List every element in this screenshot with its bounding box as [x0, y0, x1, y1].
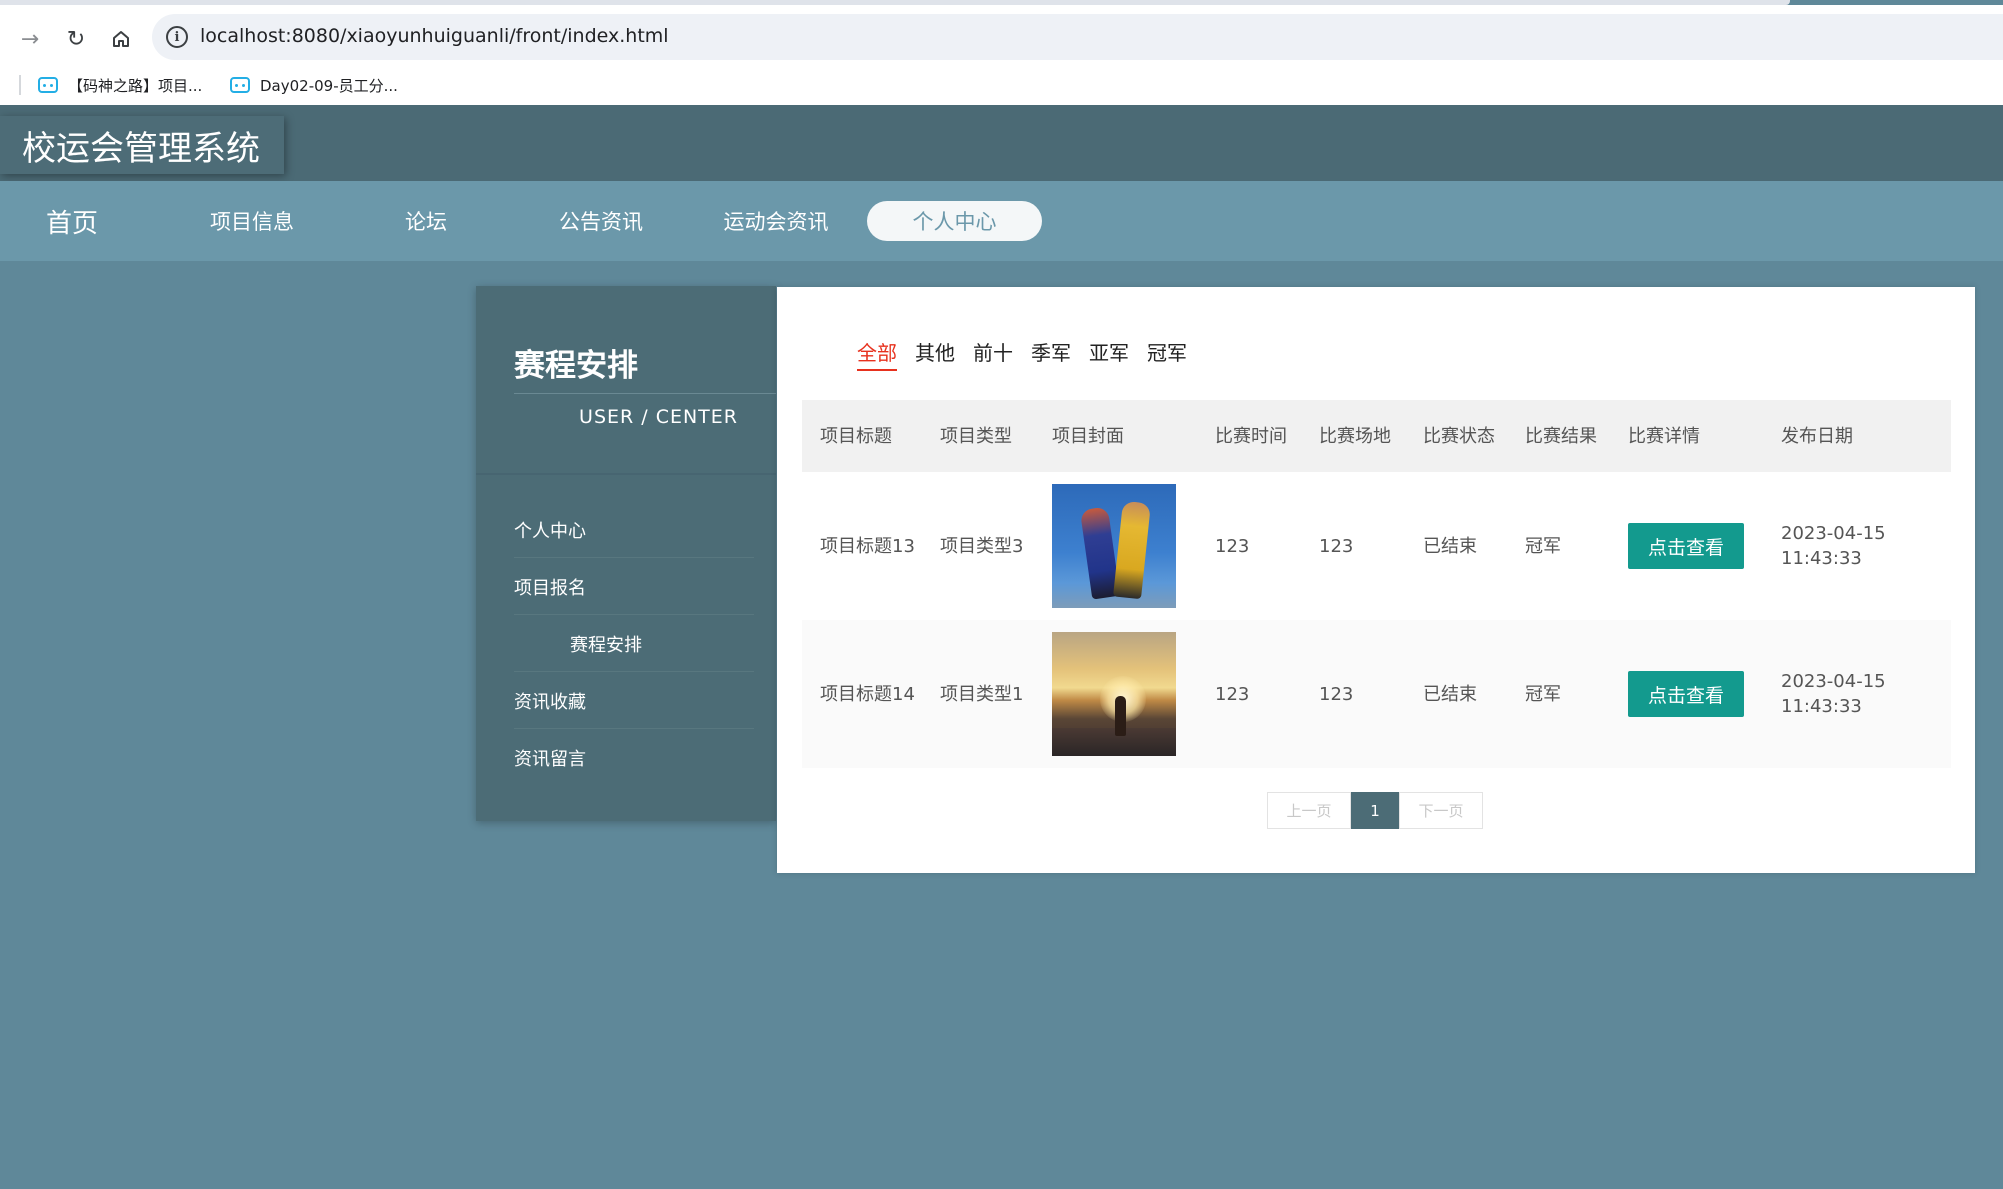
result-filter-tabs: 全部 其他 前十 季军 亚军 冠军 [857, 337, 1187, 371]
nav-item-announcements[interactable]: 公告资讯 [548, 201, 654, 241]
filter-tab-all[interactable]: 全部 [857, 337, 897, 371]
column-header-result: 比赛结果 [1507, 400, 1610, 472]
nav-item-home[interactable]: 首页 [40, 201, 104, 241]
date-text: 2023-04-15 [1781, 523, 1886, 544]
table-row: 项目标题13 项目类型3 123 123 已结束 冠军 点击查看 2023-04… [802, 472, 1951, 620]
cell-date: 2023-04-15 11:43:33 [1763, 620, 1951, 768]
address-bar[interactable]: i localhost:8080/xiaoyunhuiguanli/front/… [152, 14, 2003, 60]
table-header-row: 项目标题 项目类型 项目封面 比赛时间 比赛场地 比赛状态 比赛结果 比赛详情 … [802, 400, 1951, 472]
time-text: 11:43:33 [1781, 696, 1862, 717]
cell-date: 2023-04-15 11:43:33 [1763, 472, 1951, 620]
column-header-type: 项目类型 [922, 400, 1034, 472]
filter-tab-champion[interactable]: 冠军 [1147, 337, 1187, 371]
cell-venue: 123 [1301, 620, 1405, 768]
browser-toolbar: → ↻ i localhost:8080/xiaoyunhuiguanli/fr… [0, 5, 2003, 105]
nav-item-projects[interactable]: 项目信息 [200, 201, 304, 241]
sidebar-subtitle: USER / CENTER [579, 406, 738, 428]
sidebar-item-schedule[interactable]: 赛程安排 [514, 616, 754, 672]
back-arrow-icon[interactable]: → [14, 23, 46, 55]
time-text: 11:43:33 [1781, 548, 1862, 569]
sidebar: 赛程安排 USER / CENTER 个人中心 项目报名 赛程安排 资讯收藏 资… [476, 286, 776, 821]
filter-tab-other[interactable]: 其他 [915, 337, 955, 371]
home-icon-svg [113, 31, 129, 47]
prev-page-button[interactable]: 上一页 [1267, 792, 1351, 829]
cell-venue: 123 [1301, 472, 1405, 620]
filter-tab-top-ten[interactable]: 前十 [973, 337, 1013, 371]
bookmark-item[interactable]: 【码神之路】项目... [38, 73, 202, 97]
nav-item-sports-news[interactable]: 运动会资讯 [720, 201, 832, 241]
sidebar-item-registration[interactable]: 项目报名 [514, 559, 754, 615]
bookmark-item[interactable]: Day02-09-员工分... [230, 73, 398, 97]
cell-title: 项目标题14 [802, 620, 922, 768]
column-header-status: 比赛状态 [1405, 400, 1507, 472]
bookmark-label: Day02-09-员工分... [260, 76, 398, 95]
cell-cover [1034, 620, 1197, 768]
bilibili-icon [38, 77, 58, 93]
schedule-panel: 全部 其他 前十 季军 亚军 冠军 项目标题 项目类型 项目封面 比赛时间 比赛… [777, 287, 1975, 873]
column-header-details: 比赛详情 [1610, 400, 1763, 472]
cell-title: 项目标题13 [802, 472, 922, 620]
home-icon[interactable] [105, 23, 137, 55]
next-page-button[interactable]: 下一页 [1399, 792, 1483, 829]
cell-time: 123 [1197, 472, 1301, 620]
site-logo[interactable]: 校运会管理系统 [0, 116, 284, 174]
cell-result: 冠军 [1507, 620, 1610, 768]
filter-tab-second[interactable]: 亚军 [1089, 337, 1129, 371]
site-info-icon[interactable]: i [166, 26, 188, 48]
cell-type: 项目类型1 [922, 620, 1034, 768]
page-number-button[interactable]: 1 [1351, 792, 1399, 829]
nav-item-user-center[interactable]: 个人中心 [867, 201, 1042, 241]
cover-image-basketball[interactable] [1052, 484, 1176, 608]
url-text[interactable]: localhost:8080/xiaoyunhuiguanli/front/in… [200, 25, 669, 47]
bilibili-icon [230, 77, 250, 93]
sidebar-title-underline [514, 393, 776, 394]
site-header: 校运会管理系统 [0, 105, 2003, 181]
sidebar-item-favorites[interactable]: 资讯收藏 [514, 673, 754, 729]
bookmark-label: 【码神之路】项目... [68, 76, 203, 95]
cell-status: 已结束 [1405, 620, 1507, 768]
cell-time: 123 [1197, 620, 1301, 768]
pagination: 上一页 1 下一页 [1267, 792, 1483, 829]
column-header-title: 项目标题 [802, 400, 922, 472]
road-surface [1052, 728, 1176, 756]
reload-icon[interactable]: ↻ [60, 23, 92, 55]
schedule-table: 项目标题 项目类型 项目封面 比赛时间 比赛场地 比赛状态 比赛结果 比赛详情 … [802, 400, 1951, 768]
cell-status: 已结束 [1405, 472, 1507, 620]
filter-tab-third[interactable]: 季军 [1031, 337, 1071, 371]
cell-action: 点击查看 [1610, 472, 1763, 620]
main-nav: 首页 项目信息 论坛 公告资讯 运动会资讯 个人中心 [0, 181, 2003, 261]
column-header-time: 比赛时间 [1197, 400, 1301, 472]
view-details-button[interactable]: 点击查看 [1628, 523, 1744, 569]
cell-action: 点击查看 [1610, 620, 1763, 768]
column-header-cover: 项目封面 [1034, 400, 1197, 472]
cell-type: 项目类型3 [922, 472, 1034, 620]
runner-figure [1115, 696, 1126, 736]
sidebar-title: 赛程安排 [514, 348, 638, 384]
date-text: 2023-04-15 [1781, 671, 1886, 692]
cover-image-runner[interactable] [1052, 632, 1176, 756]
table-row: 项目标题14 项目类型1 123 123 已结束 冠军 点击查看 2023-04… [802, 620, 1951, 768]
sidebar-item-comments[interactable]: 资讯留言 [514, 730, 754, 786]
sidebar-item-user-center[interactable]: 个人中心 [514, 502, 754, 558]
view-details-button[interactable]: 点击查看 [1628, 671, 1744, 717]
cell-cover [1034, 472, 1197, 620]
nav-item-forum[interactable]: 论坛 [390, 201, 462, 241]
cell-result: 冠军 [1507, 472, 1610, 620]
column-header-date: 发布日期 [1763, 400, 1951, 472]
player-figure [1113, 500, 1151, 600]
bookmark-divider [19, 75, 21, 95]
column-header-venue: 比赛场地 [1301, 400, 1405, 472]
sidebar-divider [476, 473, 776, 475]
